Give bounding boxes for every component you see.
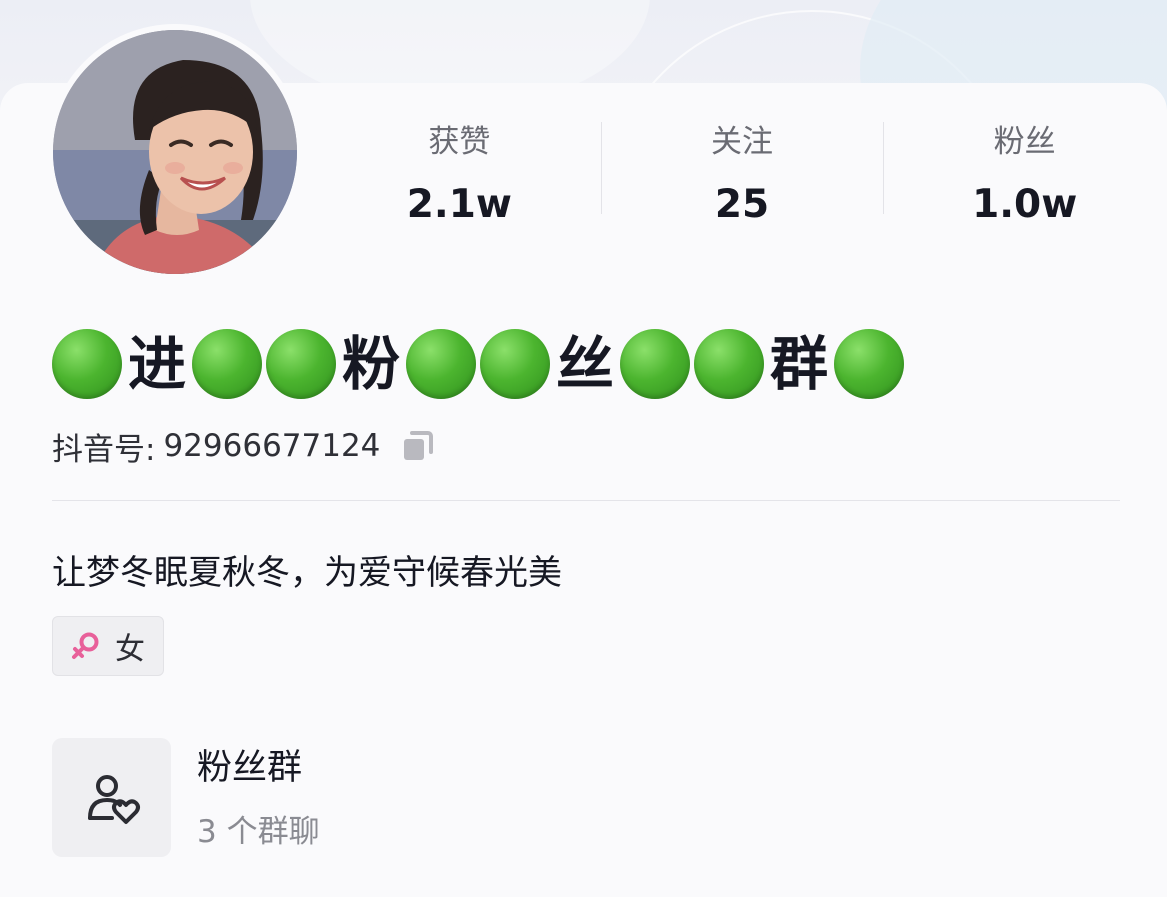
fan-group-entry[interactable]: 粉丝群 3 个群聊 (52, 738, 752, 858)
gender-tag: 女 (52, 616, 164, 676)
green-circle-icon (834, 329, 905, 399)
gender-label: 女 (115, 632, 145, 667)
nickname-char: 粉 (342, 330, 401, 398)
avatar-image (53, 30, 297, 274)
stat-followers[interactable]: 粉丝 1.0w (883, 110, 1166, 230)
green-circle-icon (406, 329, 477, 399)
nickname-char: 丝 (556, 330, 615, 398)
green-circle-icon (192, 329, 263, 399)
female-icon (72, 632, 99, 659)
green-circle-icon (266, 329, 337, 399)
green-circle-icon (620, 329, 691, 399)
stat-value: 1.0w (972, 182, 1078, 227)
stat-likes[interactable]: 获赞 2.1w (318, 110, 601, 230)
douyin-id: 抖音号: 92966677124 (52, 424, 436, 468)
douyin-id-value: 92966677124 (163, 428, 381, 464)
user-heart-icon (87, 774, 140, 824)
stat-divider (883, 122, 884, 214)
avatar[interactable] (53, 30, 297, 274)
section-divider (52, 500, 1120, 501)
green-circle-icon (52, 329, 122, 399)
fan-group-title: 粉丝群 (197, 748, 303, 788)
stats-row: 获赞 2.1w 关注 25 粉丝 1.0w (318, 110, 1166, 230)
stat-label: 获赞 (428, 124, 491, 160)
stat-divider (601, 122, 602, 214)
green-circle-icon (694, 329, 765, 399)
stat-label: 关注 (711, 124, 773, 160)
fan-group-icon-box (52, 738, 171, 857)
bio-text: 让梦冬眠夏秋冬，为爱守候春光美 (52, 553, 562, 593)
copy-icon[interactable] (400, 428, 436, 464)
stat-value: 2.1w (406, 182, 512, 227)
nickname-char: 进 (128, 330, 187, 398)
stat-value: 25 (714, 182, 770, 227)
green-circle-icon (480, 329, 551, 399)
nickname-char: 群 (770, 330, 829, 398)
douyin-id-label: 抖音号: (52, 431, 156, 468)
nickname: 进 粉 丝 群 (52, 324, 908, 404)
stat-following[interactable]: 关注 25 (601, 110, 884, 230)
stat-label: 粉丝 (993, 124, 1056, 160)
fan-group-subtitle: 3 个群聊 (197, 814, 320, 850)
